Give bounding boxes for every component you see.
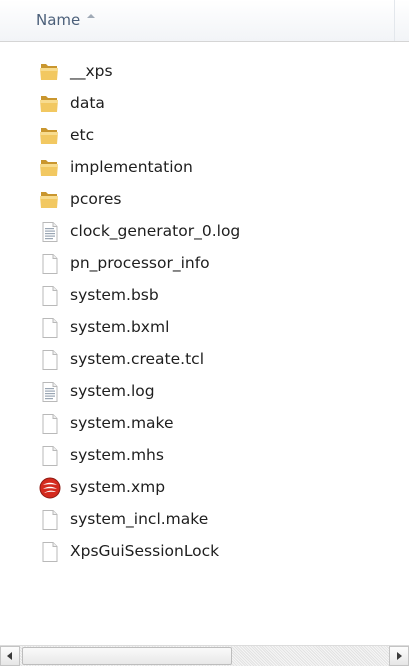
folder-icon xyxy=(38,60,62,84)
file-item[interactable]: system.make xyxy=(30,408,390,440)
item-name: system.make xyxy=(70,414,174,432)
item-name: system.bxml xyxy=(70,318,170,336)
item-name: system.bsb xyxy=(70,286,159,304)
file-item[interactable]: system.bxml xyxy=(30,312,390,344)
sort-ascending-icon xyxy=(87,14,95,18)
folder-icon xyxy=(38,124,62,148)
item-name: system.log xyxy=(70,382,155,400)
xps-project-icon xyxy=(38,476,62,500)
text-file-icon xyxy=(38,380,62,404)
horizontal-scrollbar[interactable] xyxy=(0,645,409,666)
item-name: implementation xyxy=(70,158,193,176)
folder-icon xyxy=(38,92,62,116)
file-item[interactable]: system.mhs xyxy=(30,440,390,472)
file-item[interactable]: system.create.tcl xyxy=(30,344,390,376)
blank-file-icon xyxy=(38,316,62,340)
item-name: pcores xyxy=(70,190,122,208)
file-item[interactable]: system.xmp xyxy=(30,472,390,504)
file-item[interactable]: clock_generator_0.log xyxy=(30,216,390,248)
text-file-icon xyxy=(38,220,62,244)
folder-item[interactable]: __xps xyxy=(30,56,390,88)
item-name: XpsGuiSessionLock xyxy=(70,542,220,560)
file-item[interactable]: system.bsb xyxy=(30,280,390,312)
item-name: data xyxy=(70,94,105,112)
blank-file-icon xyxy=(38,348,62,372)
scroll-left-button[interactable] xyxy=(0,646,20,666)
blank-file-icon xyxy=(38,284,62,308)
item-name: system.xmp xyxy=(70,478,166,496)
item-name: system_incl.make xyxy=(70,510,209,528)
blank-file-icon xyxy=(38,540,62,564)
blank-file-icon xyxy=(38,412,62,436)
name-column-header[interactable]: Name xyxy=(0,0,395,41)
folder-item[interactable]: data xyxy=(30,88,390,120)
item-name: __xps xyxy=(70,62,113,80)
blank-file-icon xyxy=(38,444,62,468)
folder-icon xyxy=(38,156,62,180)
blank-file-icon xyxy=(38,508,62,532)
file-item[interactable]: XpsGuiSessionLock xyxy=(30,536,390,568)
item-name: clock_generator_0.log xyxy=(70,222,241,240)
item-name: system.create.tcl xyxy=(70,350,204,368)
file-item[interactable]: system_incl.make xyxy=(30,504,390,536)
item-name: pn_processor_info xyxy=(70,254,210,272)
item-name: etc xyxy=(70,126,95,144)
item-name: system.mhs xyxy=(70,446,164,464)
folder-item[interactable]: etc xyxy=(30,120,390,152)
scrollbar-thumb[interactable] xyxy=(22,647,232,665)
name-column-label: Name xyxy=(36,11,81,29)
column-header-bar: Name xyxy=(0,0,409,42)
file-item[interactable]: pn_processor_info xyxy=(30,248,390,280)
blank-file-icon xyxy=(38,252,62,276)
scroll-right-button[interactable] xyxy=(389,646,409,666)
folder-item[interactable]: pcores xyxy=(30,184,390,216)
folder-icon xyxy=(38,188,62,212)
file-item[interactable]: system.log xyxy=(30,376,390,408)
folder-item[interactable]: implementation xyxy=(30,152,390,184)
